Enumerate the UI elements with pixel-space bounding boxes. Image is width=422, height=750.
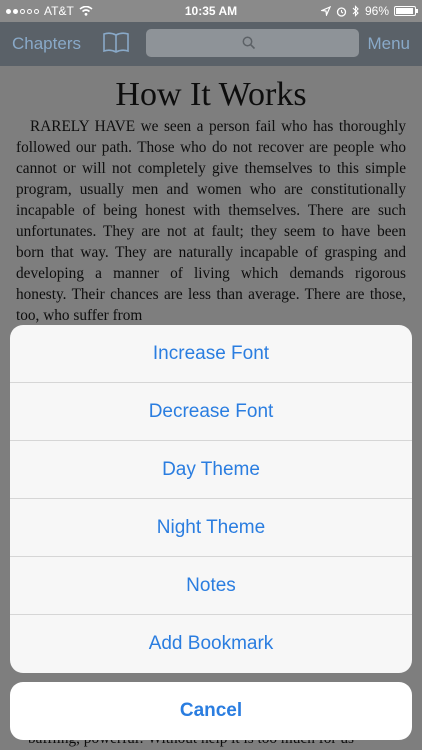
- book-icon[interactable]: [102, 30, 130, 54]
- bluetooth-icon: [352, 5, 359, 17]
- chapter-title: How It Works: [115, 76, 307, 113]
- chapters-button[interactable]: Chapters: [12, 34, 81, 54]
- menu-button[interactable]: Menu: [367, 34, 410, 54]
- night-theme-button[interactable]: Night Theme: [10, 499, 412, 557]
- increase-font-button[interactable]: Increase Font: [10, 325, 412, 383]
- nav-bar: Chapters Menu: [0, 22, 422, 66]
- location-icon: [320, 6, 331, 16]
- status-bar: AT&T 10:35 AM 96%: [0, 0, 422, 22]
- chapter-body: RARELY HAVE we seen a person fail who ha…: [16, 118, 406, 324]
- search-icon: [242, 36, 256, 50]
- cancel-button[interactable]: Cancel: [10, 682, 412, 740]
- decrease-font-button[interactable]: Decrease Font: [10, 383, 412, 441]
- search-bar[interactable]: [146, 29, 359, 57]
- add-bookmark-button[interactable]: Add Bookmark: [10, 615, 412, 673]
- action-sheet: Increase Font Decrease Font Day Theme Ni…: [10, 325, 412, 673]
- status-right: 96%: [320, 4, 418, 18]
- notes-button[interactable]: Notes: [10, 557, 412, 615]
- alarm-icon: [336, 6, 347, 17]
- battery-icon: [394, 6, 418, 16]
- day-theme-button[interactable]: Day Theme: [10, 441, 412, 499]
- battery-percent: 96%: [364, 4, 389, 18]
